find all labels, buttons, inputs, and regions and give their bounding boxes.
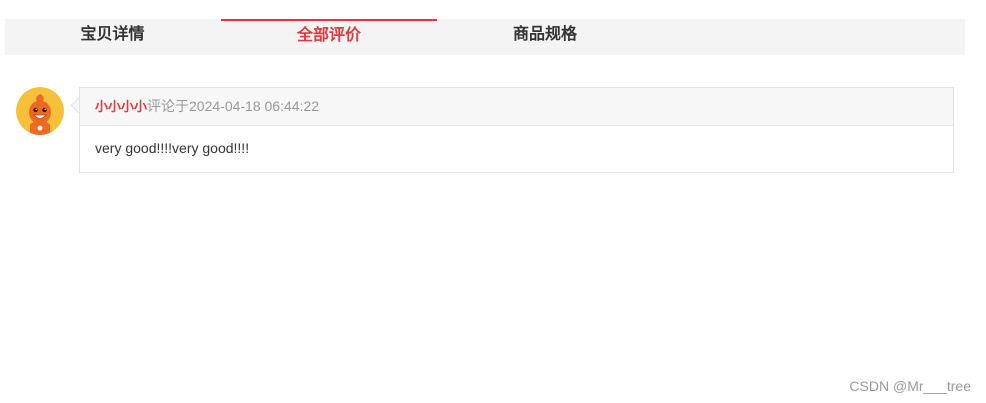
comment-header: 小小小小评论于2024-04-18 06:44:22 [80,88,953,126]
comment-username[interactable]: 小小小小 [95,99,147,114]
comment-card: 小小小小评论于2024-04-18 06:44:22 very good!!!!… [79,87,954,173]
cartoon-avatar-icon [16,87,64,135]
avatar [16,87,64,135]
tab-product-specs[interactable]: 商品规格 [437,19,653,55]
tab-all-reviews[interactable]: 全部评价 [221,19,437,55]
page: 宝贝详情 全部评价 商品规格 小小小小评论于2024-04-18 06:44:2… [0,0,986,403]
comment-meta: 评论于2024-04-18 06:44:22 [147,98,320,114]
comment-text: very good!!!!very good!!!! [95,140,250,156]
watermark: CSDN @Mr___tree [849,378,971,394]
tab-product-details[interactable]: 宝贝详情 [45,19,180,55]
tab-bar: 宝贝详情 全部评价 商品规格 [5,19,965,55]
